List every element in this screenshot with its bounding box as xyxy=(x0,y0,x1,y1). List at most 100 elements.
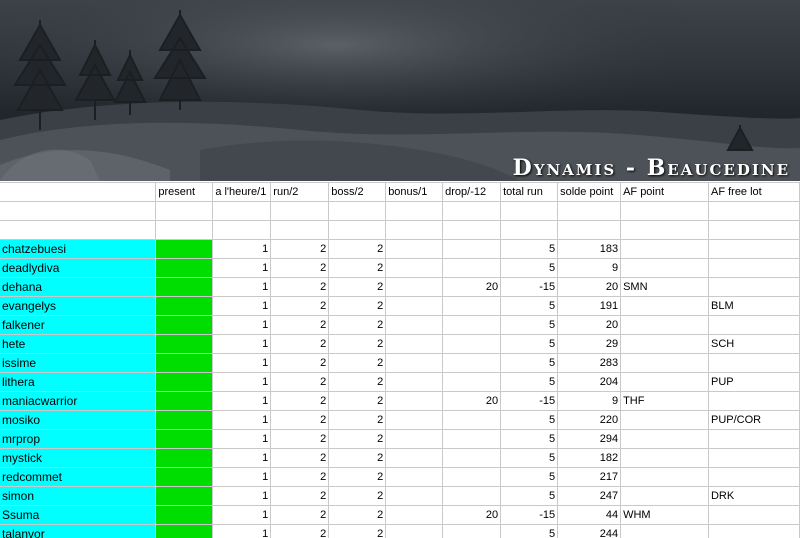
cell-boss[interactable]: 2 xyxy=(328,315,387,335)
cell-total-run[interactable]: 5 xyxy=(500,315,559,335)
cell-af-point[interactable] xyxy=(620,239,709,259)
cell-bonus[interactable] xyxy=(385,239,444,259)
cell-boss[interactable]: 2 xyxy=(328,410,387,430)
cell-solde-point[interactable]: 182 xyxy=(557,448,622,468)
cell-solde-point[interactable]: 29 xyxy=(557,334,622,354)
cell-run[interactable] xyxy=(270,201,330,221)
cell-run[interactable]: 2 xyxy=(270,391,330,411)
cell-total-run[interactable]: -15 xyxy=(500,391,559,411)
cell-bonus[interactable] xyxy=(385,391,444,411)
cell-solde-point[interactable] xyxy=(557,220,622,240)
cell-solde-point[interactable]: 20 xyxy=(557,277,622,297)
cell-run[interactable]: 2 xyxy=(270,239,330,259)
cell-af-point[interactable]: WHM xyxy=(620,505,709,525)
cell-bonus[interactable] xyxy=(385,372,444,392)
cell-total-run[interactable]: 5 xyxy=(500,524,559,538)
cell-bonus[interactable] xyxy=(385,429,444,449)
cell-present[interactable] xyxy=(155,448,214,468)
cell-total-run[interactable] xyxy=(500,201,559,221)
cell-bonus[interactable] xyxy=(385,353,444,373)
cell-solde-point[interactable]: 217 xyxy=(557,467,622,487)
cell-total-run[interactable] xyxy=(500,220,559,240)
cell-total-run[interactable]: 5 xyxy=(500,296,559,316)
cell-drop[interactable] xyxy=(442,524,502,538)
cell-a-l-heure[interactable]: 1 xyxy=(212,277,272,297)
cell-run[interactable]: 2 xyxy=(270,334,330,354)
cell-af-free-lot[interactable]: DRK xyxy=(708,486,800,506)
cell-boss[interactable]: 2 xyxy=(328,258,387,278)
cell-present[interactable] xyxy=(155,524,214,538)
cell-run[interactable]: 2 xyxy=(270,429,330,449)
cell-a-l-heure[interactable]: 1 xyxy=(212,334,272,354)
cell-drop[interactable] xyxy=(442,239,502,259)
cell-present[interactable]: present xyxy=(155,182,214,202)
cell-run[interactable]: 2 xyxy=(270,372,330,392)
cell-a-l-heure[interactable]: a l'heure/1 xyxy=(212,182,272,202)
cell-solde-point[interactable]: 204 xyxy=(557,372,622,392)
cell-af-point[interactable] xyxy=(620,353,709,373)
cell-boss[interactable]: 2 xyxy=(328,334,387,354)
cell-solde-point[interactable]: 244 xyxy=(557,524,622,538)
cell-boss[interactable]: boss/2 xyxy=(328,182,387,202)
cell-run[interactable]: 2 xyxy=(270,258,330,278)
cell-present[interactable] xyxy=(155,258,214,278)
cell-af-point[interactable] xyxy=(620,334,709,354)
cell-run[interactable]: 2 xyxy=(270,486,330,506)
cell-af-point[interactable] xyxy=(620,486,709,506)
cell-drop[interactable] xyxy=(442,296,502,316)
cell-present[interactable] xyxy=(155,505,214,525)
cell-af-point[interactable] xyxy=(620,410,709,430)
cell-solde-point[interactable]: solde point xyxy=(557,182,622,202)
cell-a-l-heure[interactable]: 1 xyxy=(212,239,272,259)
cell-boss[interactable]: 2 xyxy=(328,277,387,297)
cell-af-point[interactable]: SMN xyxy=(620,277,709,297)
cell-a-l-heure[interactable]: 1 xyxy=(212,353,272,373)
cell-run[interactable]: 2 xyxy=(270,524,330,538)
cell-bonus[interactable] xyxy=(385,467,444,487)
cell-a-l-heure[interactable]: 1 xyxy=(212,258,272,278)
cell-drop[interactable] xyxy=(442,315,502,335)
cell-total-run[interactable]: -15 xyxy=(500,277,559,297)
cell-bonus[interactable] xyxy=(385,505,444,525)
cell-solde-point[interactable]: 294 xyxy=(557,429,622,449)
cell-drop[interactable]: 20 xyxy=(442,277,502,297)
cell-af-free-lot[interactable]: PUP/COR xyxy=(708,410,800,430)
cell-boss[interactable]: 2 xyxy=(328,391,387,411)
cell-a-l-heure[interactable] xyxy=(212,201,272,221)
cell-drop[interactable] xyxy=(442,201,502,221)
cell-af-free-lot[interactable] xyxy=(708,258,800,278)
cell-drop[interactable] xyxy=(442,486,502,506)
cell-af-point[interactable] xyxy=(620,372,709,392)
cell-run[interactable]: 2 xyxy=(270,315,330,335)
cell-total-run[interactable]: 5 xyxy=(500,239,559,259)
cell-af-point[interactable] xyxy=(620,296,709,316)
cell-drop[interactable] xyxy=(442,372,502,392)
cell-present[interactable] xyxy=(155,334,214,354)
cell-af-free-lot[interactable] xyxy=(708,448,800,468)
cell-player[interactable] xyxy=(0,220,157,240)
cell-af-point[interactable] xyxy=(620,524,709,538)
cell-af-free-lot[interactable] xyxy=(708,353,800,373)
cell-present[interactable] xyxy=(155,220,214,240)
cell-af-point[interactable] xyxy=(620,429,709,449)
cell-af-free-lot[interactable]: BLM xyxy=(708,296,800,316)
cell-a-l-heure[interactable]: 1 xyxy=(212,467,272,487)
cell-af-point[interactable] xyxy=(620,467,709,487)
cell-run[interactable]: 2 xyxy=(270,410,330,430)
cell-player[interactable]: falkener xyxy=(0,315,157,335)
cell-af-free-lot[interactable] xyxy=(708,201,800,221)
cell-player[interactable]: lithera xyxy=(0,372,157,392)
cell-a-l-heure[interactable]: 1 xyxy=(212,448,272,468)
cell-drop[interactable] xyxy=(442,410,502,430)
cell-drop[interactable] xyxy=(442,429,502,449)
cell-solde-point[interactable]: 247 xyxy=(557,486,622,506)
cell-player[interactable]: issime xyxy=(0,353,157,373)
cell-af-free-lot[interactable] xyxy=(708,429,800,449)
cell-solde-point[interactable]: 220 xyxy=(557,410,622,430)
cell-run[interactable]: 2 xyxy=(270,296,330,316)
cell-present[interactable] xyxy=(155,296,214,316)
cell-present[interactable] xyxy=(155,277,214,297)
cell-total-run[interactable]: 5 xyxy=(500,467,559,487)
cell-present[interactable] xyxy=(155,486,214,506)
cell-a-l-heure[interactable]: 1 xyxy=(212,372,272,392)
